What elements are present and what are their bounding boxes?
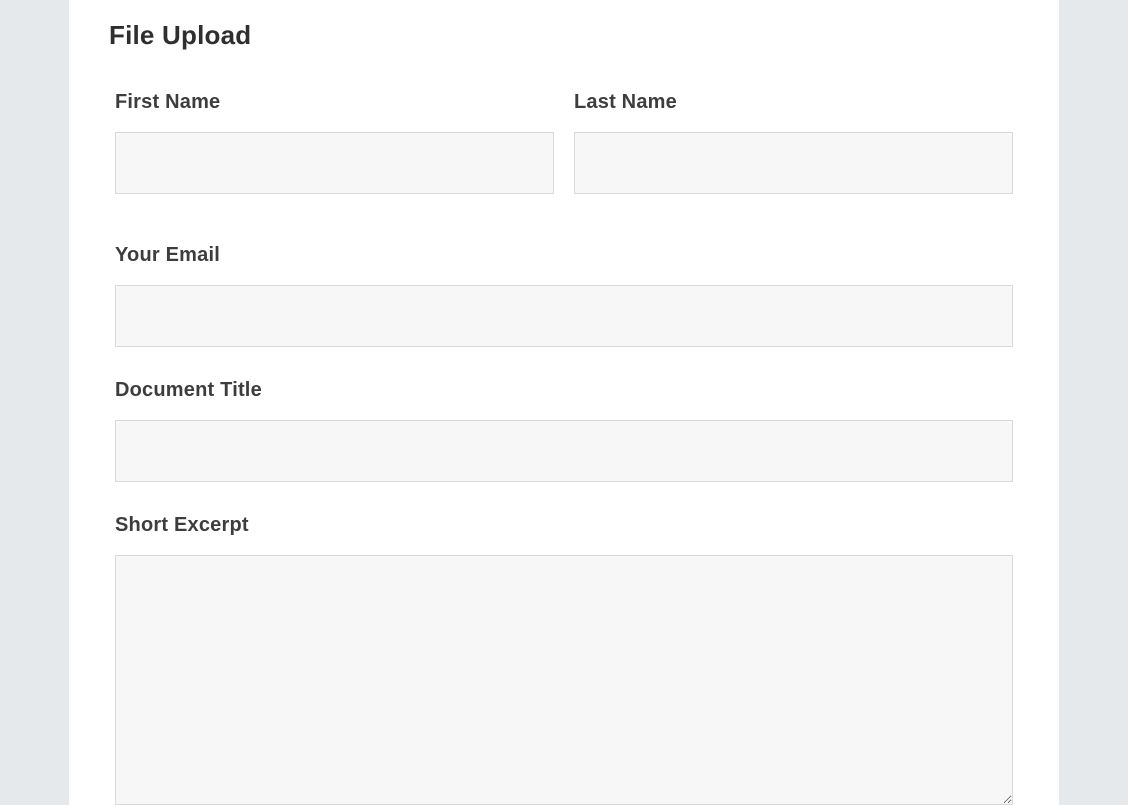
form-card: File Upload First Name Last Name Your Em…: [69, 0, 1059, 805]
first-name-label: First Name: [115, 91, 554, 114]
email-label: Your Email: [115, 244, 1013, 267]
last-name-label: Last Name: [574, 91, 1013, 114]
email-field: Your Email: [115, 244, 1013, 347]
short-excerpt-label: Short Excerpt: [115, 514, 1013, 537]
last-name-field: Last Name: [574, 91, 1013, 194]
document-title-label: Document Title: [115, 379, 1013, 402]
page-title: File Upload: [109, 20, 1019, 51]
form-area: First Name Last Name Your Email Document…: [109, 91, 1019, 805]
name-row: First Name Last Name: [115, 91, 1013, 194]
document-title-input[interactable]: [115, 420, 1013, 482]
first-name-input[interactable]: [115, 132, 554, 194]
short-excerpt-field: Short Excerpt: [115, 514, 1013, 805]
email-input[interactable]: [115, 285, 1013, 347]
first-name-field: First Name: [115, 91, 554, 194]
document-title-field: Document Title: [115, 379, 1013, 482]
last-name-input[interactable]: [574, 132, 1013, 194]
short-excerpt-textarea[interactable]: [115, 555, 1013, 805]
